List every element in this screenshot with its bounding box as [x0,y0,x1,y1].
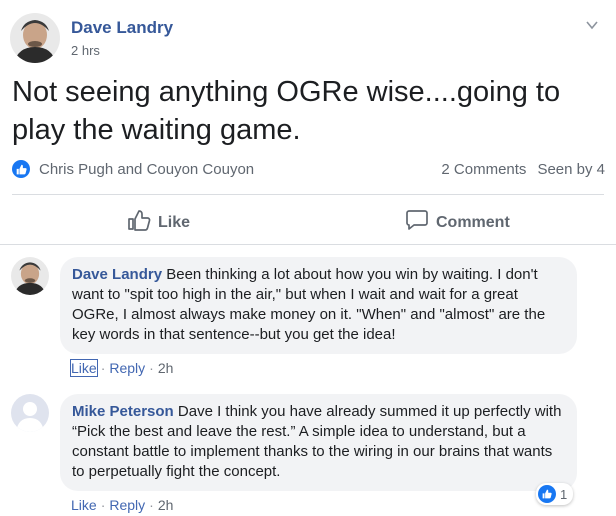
seen-by[interactable]: Seen by 4 [537,161,605,178]
like-label: Like [158,213,191,231]
reaction-count: 1 [560,486,568,502]
comment-author[interactable]: Dave Landry [72,266,162,283]
comment-like-link[interactable]: Like [70,359,98,377]
divider [12,194,604,195]
like-button[interactable]: Like [127,209,190,236]
like-icon [538,485,556,503]
comments-count[interactable]: 2 Comments [441,161,526,178]
commenter-avatar[interactable] [11,394,49,432]
comment-author[interactable]: Mike Peterson [72,403,174,420]
comment-bubble: Dave Landry Been thinking a lot about ho… [60,257,577,354]
post-timestamp[interactable]: 2 hrs [71,43,100,58]
reactors-text[interactable]: Chris Pugh and Couyon Couyon [39,161,254,178]
comment-bubble: Mike Peterson Dave I think you have alre… [60,394,577,491]
comment-actions: Like · Reply · 2h [71,497,174,513]
comment-reply-link[interactable]: Reply [109,497,145,513]
comment-actions: Like · Reply · 2h [70,359,174,377]
chevron-down-icon[interactable] [585,18,599,32]
comment-button[interactable]: Comment [405,209,510,236]
commenter-avatar[interactable] [11,257,49,295]
comment-time[interactable]: 2h [158,497,174,513]
comment-like-link[interactable]: Like [71,497,97,513]
comment-label: Comment [436,213,510,231]
post-author-name[interactable]: Dave Landry [71,18,173,38]
thumbs-up-icon [127,209,151,236]
post-meta: 2 Comments Seen by 4 [441,161,605,178]
like-icon[interactable] [12,160,30,178]
comment-reaction-count[interactable]: 1 [536,483,574,505]
author-avatar[interactable] [10,13,60,63]
comment-reply-link[interactable]: Reply [109,360,145,376]
comment-icon [405,209,429,236]
comment-time[interactable]: 2h [158,360,174,376]
divider [0,244,616,245]
post-text: Not seeing anything OGRe wise....going t… [12,76,561,146]
